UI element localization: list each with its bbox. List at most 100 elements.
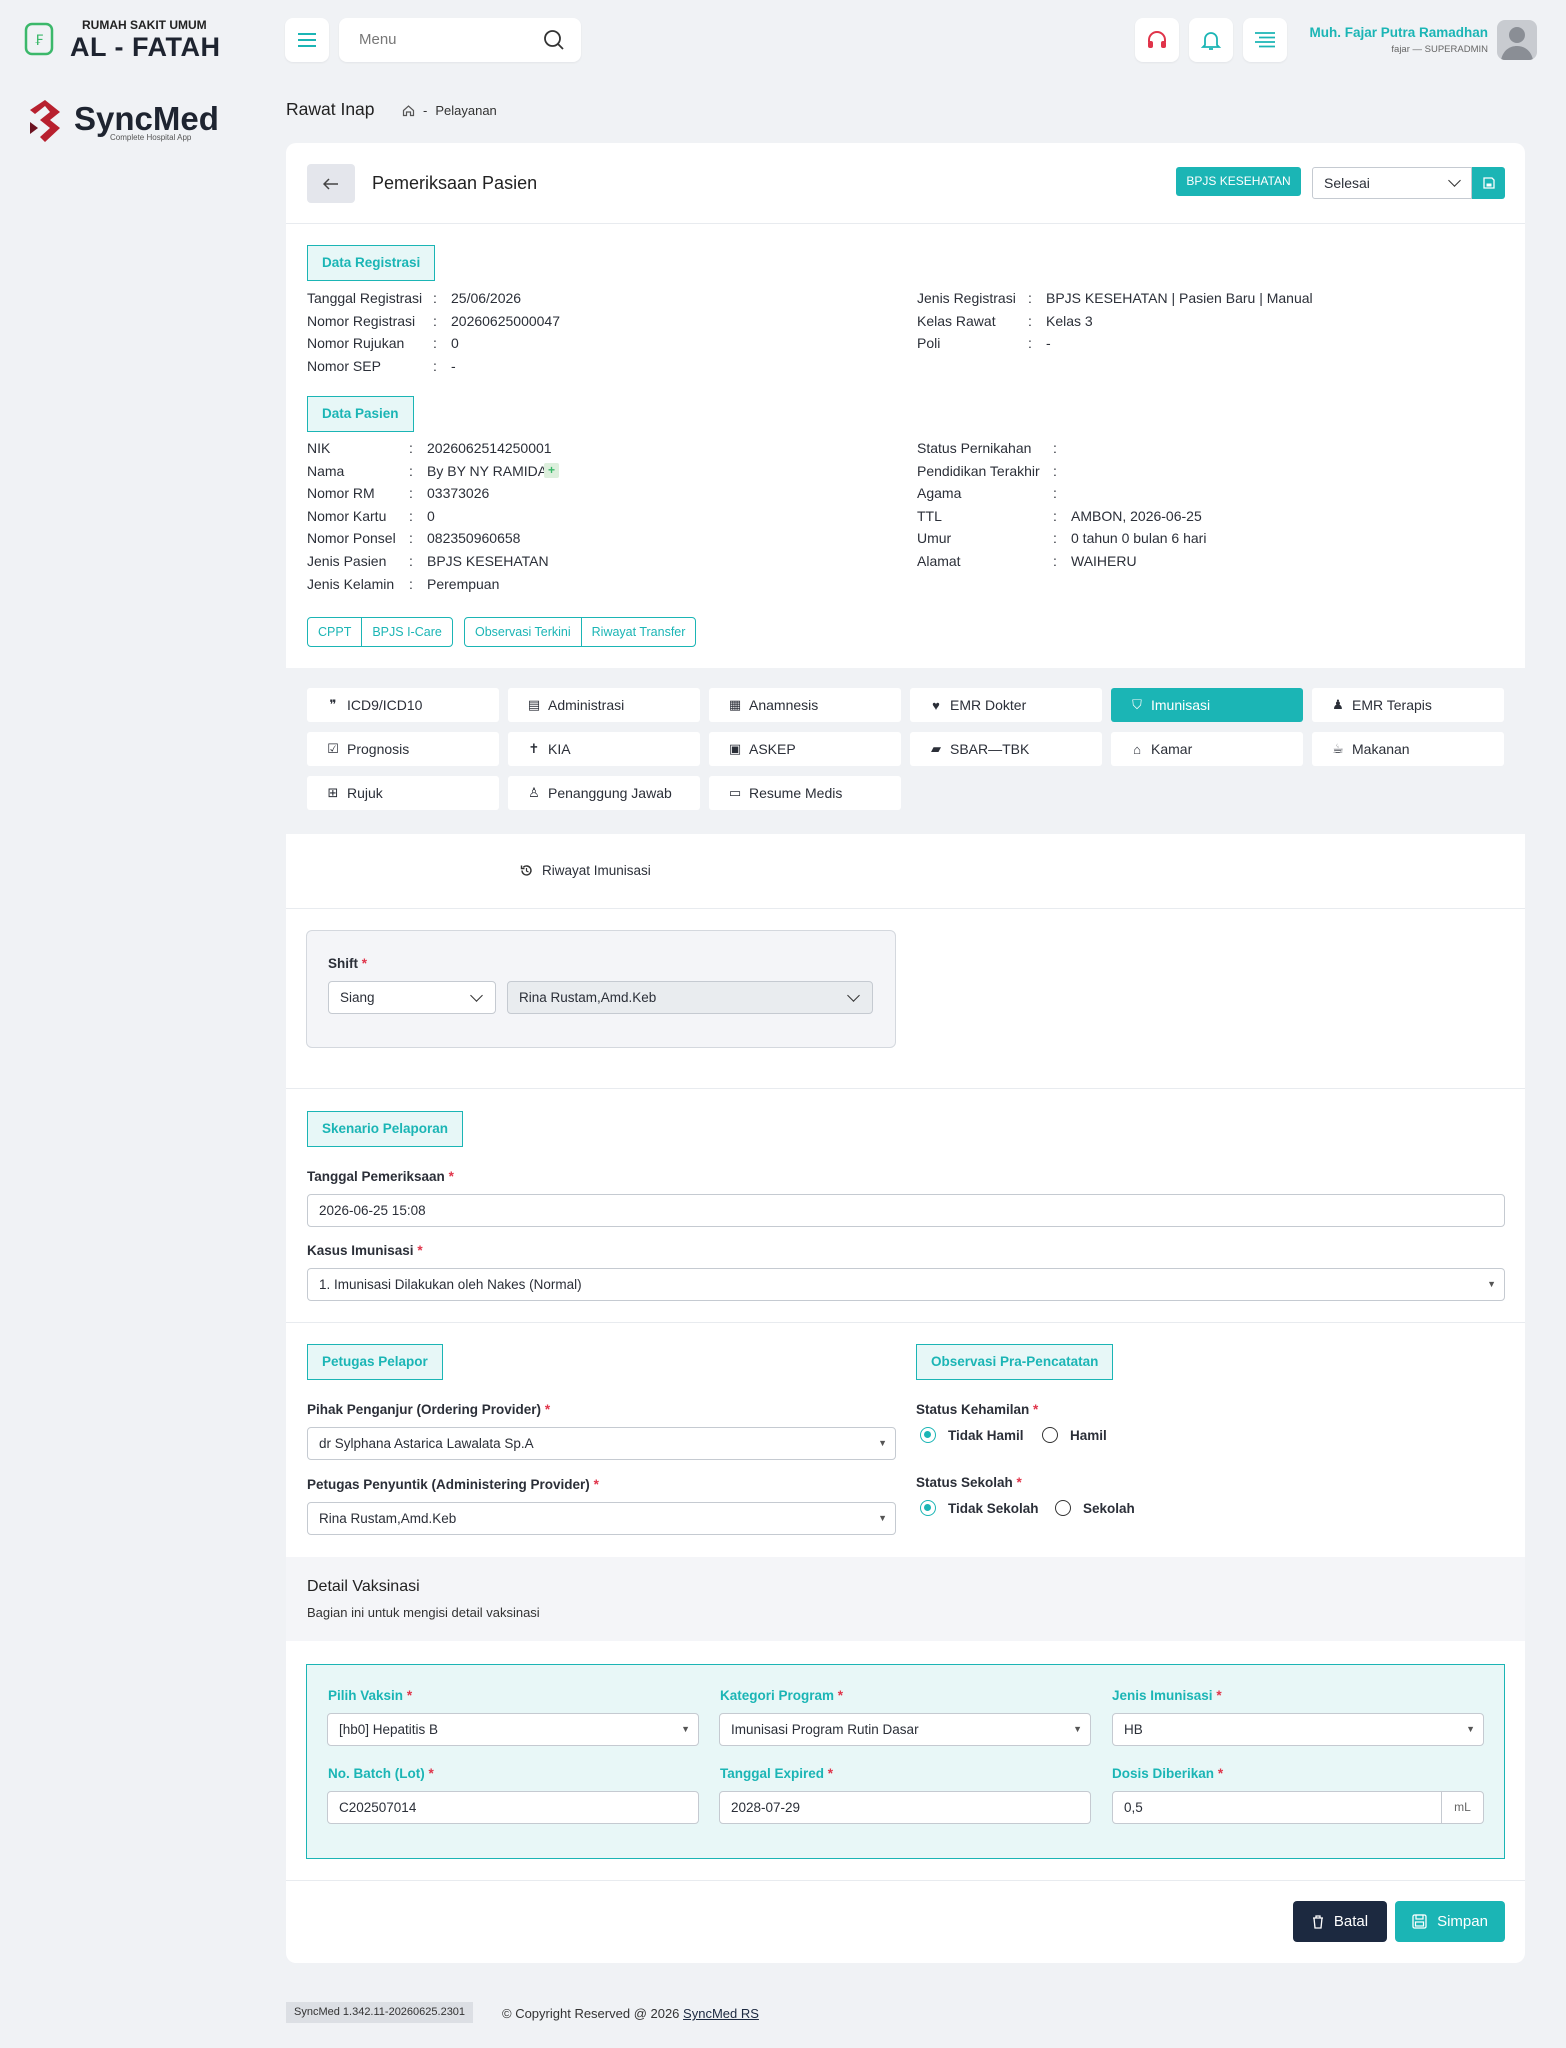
tab-label: Penanggung Jawab <box>548 785 672 801</box>
quick-button[interactable]: CPPT <box>308 618 361 646</box>
batch-input[interactable]: C202507014 <box>327 1791 699 1824</box>
info-key: Poli <box>917 335 941 351</box>
quick-button-group-2: Observasi Terkini Riwayat Transfer <box>464 617 697 647</box>
info-colon: : <box>409 485 413 502</box>
tab-imunisasi[interactable]: ⛉ Imunisasi <box>1111 688 1303 722</box>
tab-makanan[interactable]: ☕ Makanan <box>1312 732 1504 766</box>
skenario-heading: Skenario Pelaporan <box>307 1111 464 1147</box>
tab-label: ICD9/ICD10 <box>347 697 423 713</box>
kasus-imunisasi-label: Kasus Imunisasi * <box>307 1243 423 1258</box>
home-icon[interactable] <box>402 104 415 117</box>
info-key: Status Pernikahan <box>917 440 1032 456</box>
info-value: - <box>451 357 456 374</box>
menu-search-input[interactable]: Menu <box>339 18 581 62</box>
radio-icon <box>920 1500 936 1516</box>
dosis-input[interactable]: 0,5 <box>1112 1791 1442 1824</box>
pilih-vaksin-select[interactable]: [hb0] Hepatitis B ▼ <box>327 1713 699 1746</box>
brand-tagline: Complete Hospital App <box>110 133 192 142</box>
support-button[interactable] <box>1135 18 1179 62</box>
caret-down-icon: ▼ <box>681 1724 690 1734</box>
info-row: Umur:0 tahun 0 bulan 6 hari <box>917 527 1206 550</box>
info-row: Kelas Rawat: Kelas 3 <box>917 310 1313 333</box>
hamburger-menu-button[interactable] <box>285 18 329 62</box>
ordering-provider-label: Pihak Penganjur (Ordering Provider) * <box>307 1402 551 1417</box>
info-colon: : <box>433 312 437 329</box>
status-sekolah-label: Status Sekolah * <box>916 1475 1022 1490</box>
info-row: Nomor RM:03373026 <box>307 482 552 505</box>
chevron-down-icon <box>470 989 483 1002</box>
user-name[interactable]: Muh. Fajar Putra Ramadhan <box>1250 25 1488 40</box>
tab-resume-medis[interactable]: ▭ Resume Medis <box>709 776 901 810</box>
info-value: 03373026 <box>427 485 490 502</box>
dosis-unit: mL <box>1441 1791 1484 1824</box>
info-value: AMBON, 2026-06-25 <box>1071 507 1202 524</box>
headset-icon <box>1148 31 1166 48</box>
tab-penanggung-jawab[interactable]: ♙ Penanggung Jawab <box>508 776 700 810</box>
radio-sekolah[interactable]: Sekolah <box>1055 1500 1135 1516</box>
kategori-program-select[interactable]: Imunisasi Program Rutin Dasar ▼ <box>719 1713 1091 1746</box>
tab-rujuk[interactable]: ⊞ Rujuk <box>307 776 499 810</box>
search-icon[interactable] <box>543 29 565 51</box>
info-value: 0 <box>427 507 435 524</box>
shift-nurse-select[interactable]: Rina Rustam,Amd.Keb <box>507 981 873 1014</box>
trash-icon <box>1312 1914 1323 1929</box>
radio-hamil[interactable]: Hamil <box>1042 1427 1107 1443</box>
tab-icon: ⊞ <box>327 785 339 800</box>
jenis-imunisasi-select[interactable]: HB ▼ <box>1112 1713 1484 1746</box>
caret-down-icon: ▼ <box>878 1438 887 1448</box>
info-row: Nomor Rujukan:0 <box>307 332 560 355</box>
breadcrumb: - Pelayanan <box>402 103 497 118</box>
tab-emr-dokter[interactable]: ♥ EMR Dokter <box>910 688 1102 722</box>
tanggal-pemeriksaan-input[interactable]: 2026-06-25 15:08 <box>307 1194 1505 1227</box>
radio-tidak-hamil[interactable]: Tidak Hamil <box>920 1427 1024 1443</box>
save-button[interactable]: Simpan <box>1395 1901 1505 1942</box>
status-select[interactable]: Selesai <box>1312 167 1472 199</box>
vaksin-panel <box>306 1664 1505 1859</box>
quick-button[interactable]: Riwayat Transfer <box>580 618 696 646</box>
tab-label: KIA <box>548 741 571 757</box>
tab-askep[interactable]: ▣ ASKEP <box>709 732 901 766</box>
cancel-button[interactable]: Batal <box>1293 1901 1387 1942</box>
back-button[interactable] <box>307 164 355 203</box>
save-status-button[interactable] <box>1472 167 1505 199</box>
tab-icon: ♥ <box>932 697 940 713</box>
breadcrumb-item[interactable]: Pelayanan <box>435 103 496 118</box>
info-value: - <box>1046 335 1051 351</box>
tanggal-expired-input[interactable]: 2028-07-29 <box>719 1791 1091 1824</box>
quick-button[interactable]: Observasi Terkini <box>465 618 581 646</box>
quick-button-group-1: CPPT BPJS I-Care <box>307 617 453 647</box>
kasus-imunisasi-select[interactable]: 1. Imunisasi Dilakukan oleh Nakes (Norma… <box>307 1268 1505 1301</box>
tab-sbar-tbk[interactable]: ▰ SBAR—TBK <box>910 732 1102 766</box>
save-icon <box>1412 1914 1427 1929</box>
quick-button[interactable]: BPJS I-Care <box>361 618 451 646</box>
radio-tidak-sekolah[interactable]: Tidak Sekolah <box>920 1500 1039 1516</box>
tab-icd9-icd10[interactable]: ❞ ICD9/ICD10 <box>307 688 499 722</box>
info-key: Alamat <box>917 552 961 569</box>
ordering-provider-select[interactable]: dr Sylphana Astarica Lawalata Sp.A ▼ <box>307 1427 896 1460</box>
info-colon: : <box>433 335 437 351</box>
riwayat-imunisasi-link[interactable]: Riwayat Imunisasi <box>520 863 651 878</box>
avatar[interactable] <box>1497 20 1537 60</box>
administering-provider-select[interactable]: Rina Rustam,Amd.Keb ▼ <box>307 1502 896 1535</box>
tab-prognosis[interactable]: ☑ Prognosis <box>307 732 499 766</box>
chevron-down-icon <box>847 989 860 1002</box>
tab-emr-terapis[interactable]: ♟ EMR Terapis <box>1312 688 1504 722</box>
tab-kia[interactable]: ✝ KIA <box>508 732 700 766</box>
notification-button[interactable] <box>1189 18 1233 62</box>
shift-select[interactable]: Siang <box>328 981 496 1014</box>
history-icon <box>520 865 532 876</box>
tab-anamnesis[interactable]: ▦ Anamnesis <box>709 688 901 722</box>
info-row: Poli: - <box>917 332 1313 355</box>
add-patient-icon[interactable]: + <box>544 463 559 478</box>
radio-icon <box>1055 1500 1071 1516</box>
info-colon: : <box>409 552 413 569</box>
info-row: Nomor SEP: - <box>307 355 560 378</box>
version-badge: SyncMed 1.342.11-20260625.2301 <box>286 2002 474 2023</box>
tab-kamar[interactable]: ⌂ Kamar <box>1111 732 1303 766</box>
hospital-name-line1: RUMAH SAKIT UMUM <box>82 18 207 32</box>
tab-icon: ▰ <box>931 741 941 756</box>
tab-administrasi[interactable]: ▤ Administrasi <box>508 688 700 722</box>
info-key: Jenis Registrasi <box>917 290 1016 306</box>
chevron-down-icon <box>1448 174 1461 187</box>
footer-link[interactable]: SyncMed RS <box>683 2006 759 2021</box>
